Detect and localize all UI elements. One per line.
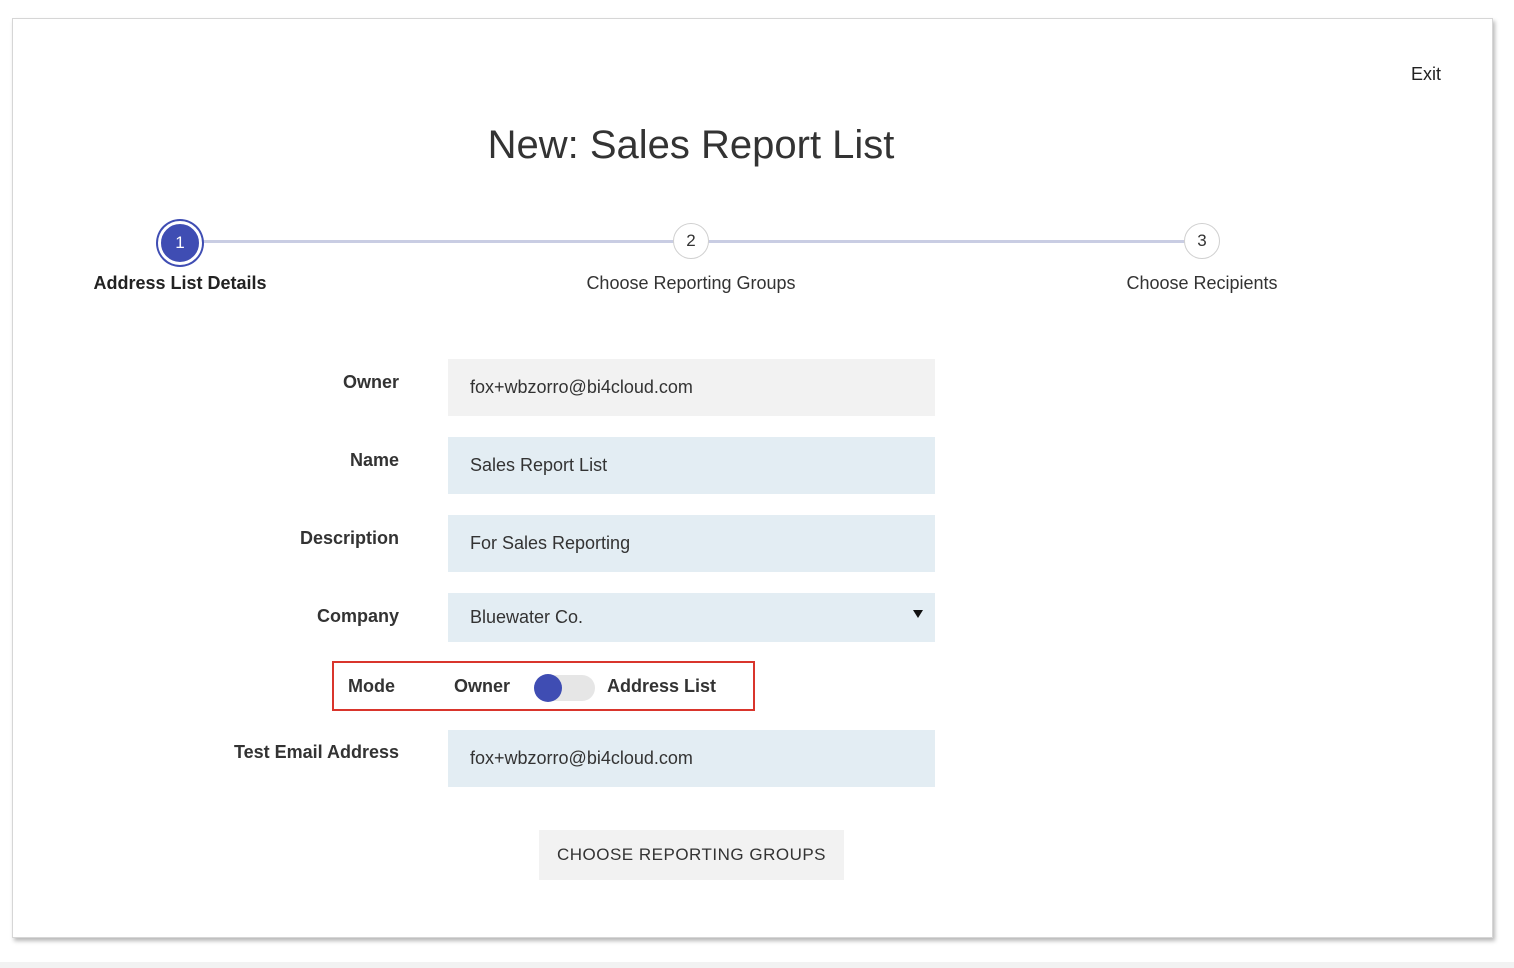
step-1-circle[interactable]: 1 bbox=[158, 221, 202, 265]
mode-option-address-list[interactable]: Address List bbox=[607, 676, 716, 697]
step-1-label[interactable]: Address List Details bbox=[30, 273, 330, 294]
page-title: New: Sales Report List bbox=[487, 123, 895, 167]
mode-label: Mode bbox=[348, 676, 395, 696]
chevron-down-icon[interactable] bbox=[913, 610, 923, 618]
company-label: Company bbox=[316, 606, 399, 626]
step-3-circle[interactable]: 3 bbox=[1184, 223, 1220, 259]
description-input[interactable]: For Sales Reporting bbox=[448, 515, 935, 572]
company-selected-value: Bluewater Co. bbox=[470, 607, 584, 627]
page-bottom-band bbox=[0, 962, 1514, 968]
step-3-label[interactable]: Choose Recipients bbox=[1052, 273, 1352, 294]
test-email-label: Test Email Address bbox=[233, 742, 399, 762]
owner-field: fox+wbzorro@bi4cloud.com bbox=[448, 359, 935, 416]
name-input[interactable]: Sales Report List bbox=[448, 437, 935, 494]
step-2-label[interactable]: Choose Reporting Groups bbox=[541, 273, 841, 294]
owner-label: Owner bbox=[342, 372, 399, 392]
wizard-card: Exit New: Sales Report List 1 2 3 Addres… bbox=[12, 18, 1493, 938]
description-label: Description bbox=[299, 528, 399, 548]
name-label: Name bbox=[349, 450, 399, 470]
test-email-input[interactable]: fox+wbzorro@bi4cloud.com bbox=[448, 730, 935, 787]
mode-option-owner[interactable]: Owner bbox=[454, 676, 510, 697]
mode-toggle[interactable] bbox=[534, 674, 595, 702]
mode-toggle-knob[interactable] bbox=[534, 674, 562, 702]
company-select[interactable]: Bluewater Co. bbox=[448, 593, 935, 642]
step-2-circle[interactable]: 2 bbox=[673, 223, 709, 259]
choose-reporting-groups-button[interactable]: CHOOSE REPORTING GROUPS bbox=[539, 830, 844, 880]
exit-link[interactable]: Exit bbox=[1411, 64, 1441, 85]
